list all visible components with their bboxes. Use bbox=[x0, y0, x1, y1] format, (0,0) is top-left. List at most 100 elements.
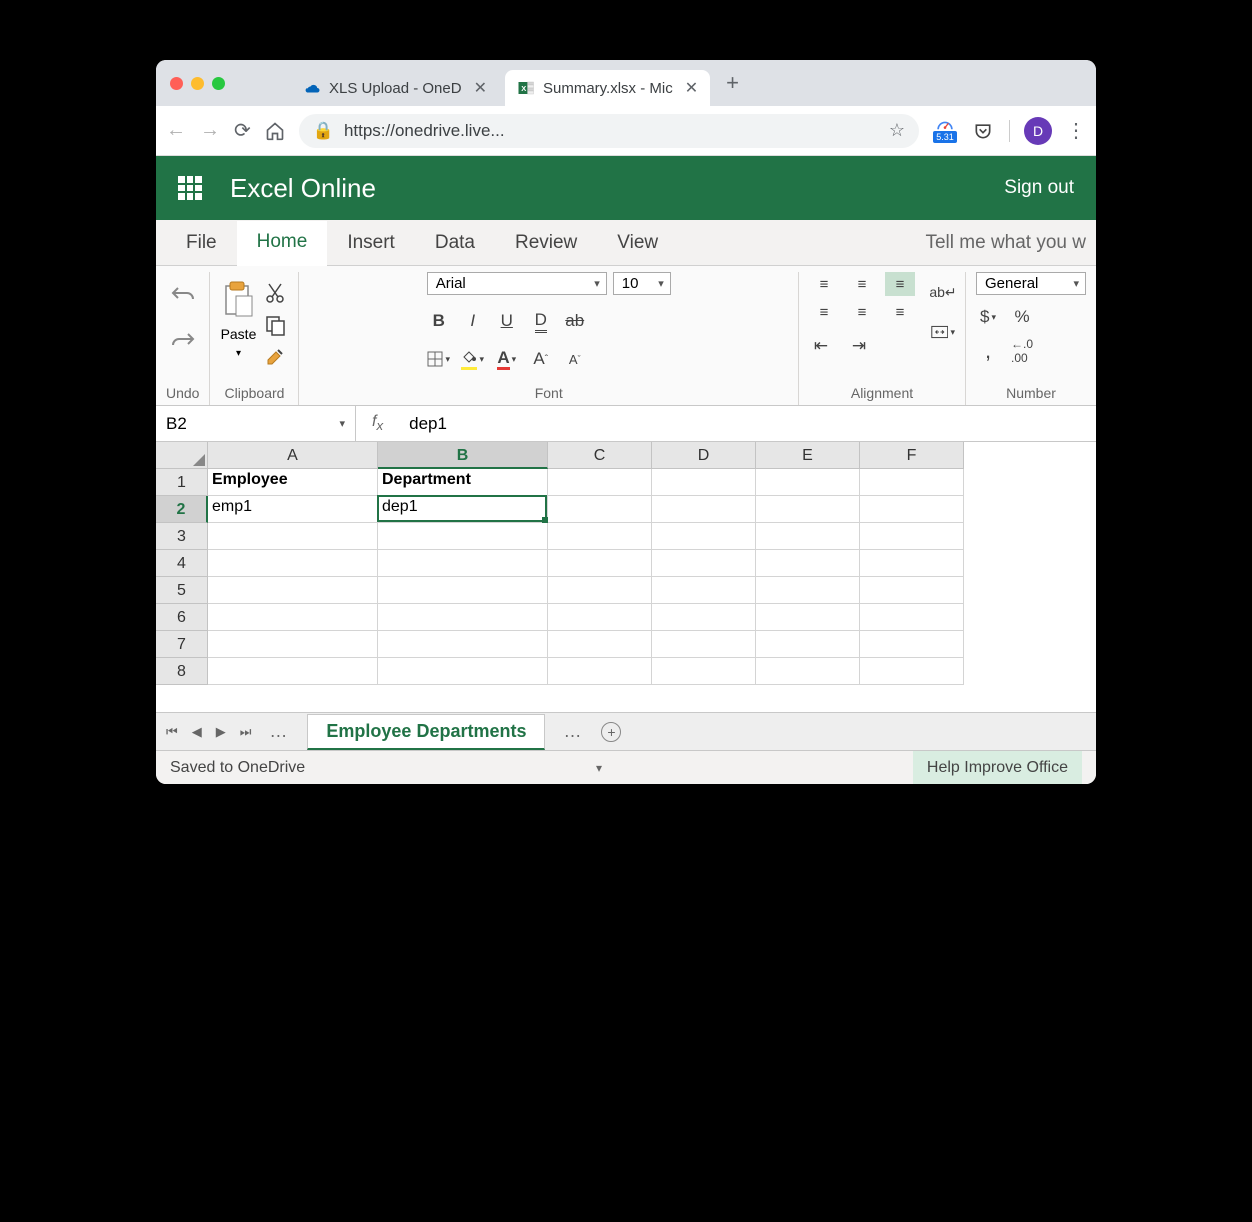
tell-me-search[interactable]: Tell me what you w bbox=[905, 220, 1086, 265]
cell-F4[interactable] bbox=[860, 550, 964, 577]
app-launcher-icon[interactable] bbox=[178, 176, 202, 200]
profile-avatar[interactable]: D bbox=[1024, 117, 1052, 145]
row-header-6[interactable]: 6 bbox=[156, 604, 208, 631]
maximize-window-button[interactable] bbox=[212, 77, 225, 90]
sign-out-link[interactable]: Sign out bbox=[1004, 177, 1074, 199]
cell-B8[interactable] bbox=[378, 658, 548, 685]
select-all-corner[interactable] bbox=[156, 442, 208, 469]
cell-F5[interactable] bbox=[860, 577, 964, 604]
cell-A8[interactable] bbox=[208, 658, 378, 685]
cell-C7[interactable] bbox=[548, 631, 652, 658]
sheet-tab-active[interactable]: Employee Departments bbox=[307, 714, 545, 750]
close-tab-icon[interactable]: ✕ bbox=[685, 78, 698, 98]
name-box[interactable]: B2 bbox=[156, 406, 356, 441]
cell-E1[interactable] bbox=[756, 469, 860, 496]
cell-E6[interactable] bbox=[756, 604, 860, 631]
shrink-font-button[interactable]: Aˇ bbox=[563, 347, 587, 371]
cell-D8[interactable] bbox=[652, 658, 756, 685]
number-format-select[interactable]: General bbox=[976, 272, 1086, 295]
cell-C2[interactable] bbox=[548, 496, 652, 523]
cell-F7[interactable] bbox=[860, 631, 964, 658]
undo-button[interactable] bbox=[170, 280, 196, 306]
cell-A5[interactable] bbox=[208, 577, 378, 604]
cell-B4[interactable] bbox=[378, 550, 548, 577]
copy-button[interactable] bbox=[262, 312, 288, 338]
cell-F6[interactable] bbox=[860, 604, 964, 631]
cell-D6[interactable] bbox=[652, 604, 756, 631]
cell-E7[interactable] bbox=[756, 631, 860, 658]
cell-C6[interactable] bbox=[548, 604, 652, 631]
redo-button[interactable] bbox=[170, 326, 196, 352]
sheet-options-menu[interactable]: … bbox=[557, 721, 589, 742]
row-header-7[interactable]: 7 bbox=[156, 631, 208, 658]
currency-button[interactable]: $▾ bbox=[976, 305, 1000, 329]
align-left-button[interactable]: ≡ bbox=[809, 300, 839, 324]
close-window-button[interactable] bbox=[170, 77, 183, 90]
tab-insert[interactable]: Insert bbox=[327, 220, 415, 265]
tab-data[interactable]: Data bbox=[415, 220, 495, 265]
home-button[interactable] bbox=[265, 121, 285, 141]
column-header-E[interactable]: E bbox=[756, 442, 860, 469]
column-header-F[interactable]: F bbox=[860, 442, 964, 469]
increase-indent-button[interactable]: ⇥ bbox=[847, 334, 871, 358]
align-top-button[interactable]: ≡ bbox=[809, 272, 839, 296]
cell-E2[interactable] bbox=[756, 496, 860, 523]
cell-B2[interactable]: dep1 bbox=[378, 496, 548, 523]
fx-icon[interactable]: fx bbox=[356, 413, 399, 433]
pagespeed-extension-icon[interactable]: 5.31 bbox=[933, 119, 957, 143]
grow-font-button[interactable]: Aˆ bbox=[529, 347, 553, 371]
column-header-B[interactable]: B bbox=[378, 442, 548, 469]
tab-file[interactable]: File bbox=[166, 220, 237, 265]
cell-B5[interactable] bbox=[378, 577, 548, 604]
bold-button[interactable]: B bbox=[427, 309, 451, 333]
cell-D2[interactable] bbox=[652, 496, 756, 523]
font-name-select[interactable]: Arial bbox=[427, 272, 607, 295]
cell-E8[interactable] bbox=[756, 658, 860, 685]
paste-button[interactable]: Paste ▾ bbox=[220, 272, 256, 359]
back-button[interactable]: ← bbox=[166, 119, 186, 142]
cell-E5[interactable] bbox=[756, 577, 860, 604]
cell-A3[interactable] bbox=[208, 523, 378, 550]
add-sheet-button[interactable]: + bbox=[601, 722, 621, 742]
cell-C5[interactable] bbox=[548, 577, 652, 604]
grid-body[interactable]: EmployeeDepartmentemp1dep1 bbox=[208, 469, 964, 712]
underline-button[interactable]: U bbox=[495, 309, 519, 333]
pocket-extension-icon[interactable] bbox=[971, 119, 995, 143]
tab-review[interactable]: Review bbox=[495, 220, 597, 265]
font-color-button[interactable]: A▾ bbox=[495, 347, 519, 371]
cell-A4[interactable] bbox=[208, 550, 378, 577]
reload-button[interactable]: ⟳ bbox=[234, 118, 251, 143]
cell-D7[interactable] bbox=[652, 631, 756, 658]
tab-home[interactable]: Home bbox=[237, 221, 328, 266]
forward-button[interactable]: → bbox=[200, 119, 220, 142]
new-tab-button[interactable]: + bbox=[716, 70, 749, 96]
next-sheet-button[interactable]: ▶ bbox=[216, 724, 226, 740]
row-header-5[interactable]: 5 bbox=[156, 577, 208, 604]
cell-E3[interactable] bbox=[756, 523, 860, 550]
first-sheet-button[interactable]: ⏮ bbox=[166, 724, 178, 740]
merge-cells-button[interactable]: ▾ bbox=[931, 320, 955, 344]
align-center-button[interactable]: ≡ bbox=[847, 300, 877, 324]
cell-B6[interactable] bbox=[378, 604, 548, 631]
browser-menu-button[interactable]: ⋮ bbox=[1066, 118, 1086, 143]
cell-B3[interactable] bbox=[378, 523, 548, 550]
cell-C8[interactable] bbox=[548, 658, 652, 685]
cut-button[interactable] bbox=[262, 280, 288, 306]
collapse-caret-icon[interactable]: ▾ bbox=[596, 761, 602, 775]
cell-C3[interactable] bbox=[548, 523, 652, 550]
sheet-list-menu[interactable]: … bbox=[263, 721, 295, 742]
row-header-8[interactable]: 8 bbox=[156, 658, 208, 685]
cell-D1[interactable] bbox=[652, 469, 756, 496]
cell-D3[interactable] bbox=[652, 523, 756, 550]
cell-C1[interactable] bbox=[548, 469, 652, 496]
fill-color-button[interactable]: ▾ bbox=[461, 347, 485, 371]
percent-button[interactable]: % bbox=[1010, 305, 1034, 329]
row-header-3[interactable]: 3 bbox=[156, 523, 208, 550]
cell-A7[interactable] bbox=[208, 631, 378, 658]
prev-sheet-button[interactable]: ◀ bbox=[192, 724, 202, 740]
row-header-4[interactable]: 4 bbox=[156, 550, 208, 577]
column-header-A[interactable]: A bbox=[208, 442, 378, 469]
browser-tab-onedrive[interactable]: XLS Upload - OneD ✕ bbox=[291, 70, 499, 106]
align-bottom-button[interactable]: ≡ bbox=[885, 272, 915, 296]
last-sheet-button[interactable]: ⏭ bbox=[240, 724, 252, 740]
